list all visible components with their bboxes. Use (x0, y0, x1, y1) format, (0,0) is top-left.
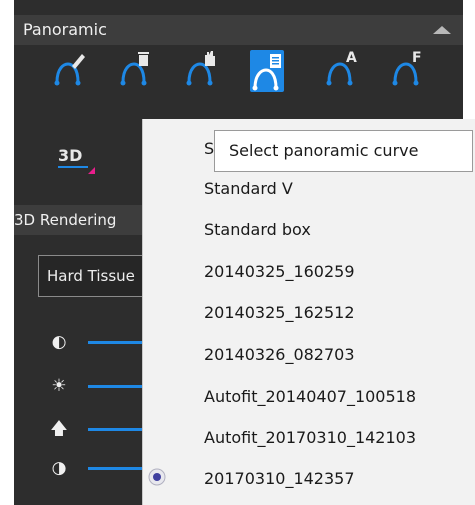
panoramic-title: Panoramic (23, 20, 107, 39)
selected-radio-icon (148, 468, 166, 486)
opacity-icon: ◑ (51, 458, 67, 478)
curve-menu-item[interactable]: 20140325_160259 (204, 262, 355, 281)
auto-curve-icon[interactable]: A (324, 46, 358, 88)
draw-curve-icon[interactable] (52, 46, 86, 88)
fit-letter: F (412, 50, 422, 66)
contrast-icon: ◐ (51, 332, 67, 352)
curve-menu-item[interactable]: S (204, 139, 214, 158)
tooltip: Select panoramic curve (214, 130, 473, 172)
view-3d-button[interactable]: 3D (58, 146, 95, 174)
curve-menu-item[interactable]: Standard V (204, 179, 293, 198)
curve-menu: S Standard V Standard box 20140325_16025… (142, 119, 475, 505)
curve-menu-item[interactable]: Autofit_20140407_100518 (204, 387, 416, 406)
brightness-icon: ☀ (51, 376, 67, 396)
curve-menu-item[interactable]: Standard box (204, 220, 311, 239)
curve-menu-item[interactable]: Autofit_20170310_142103 (204, 428, 416, 447)
collapse-triangle-icon[interactable] (433, 26, 451, 34)
delete-curve-icon[interactable] (118, 46, 152, 88)
preset-value: Hard Tissue (47, 267, 135, 285)
panoramic-header[interactable]: Panoramic (14, 15, 463, 45)
move-curve-icon[interactable] (184, 46, 218, 88)
curve-menu-item-selected[interactable]: 20170310_142357 (204, 469, 355, 488)
curve-menu-item[interactable]: 20140325_162512 (204, 303, 355, 322)
curve-menu-item[interactable]: 20140326_082703 (204, 345, 355, 364)
arrow-up-icon: 🡅 (50, 419, 68, 439)
rendering-title: 3D Rendering (14, 211, 117, 229)
view-3d-label: 3D (58, 146, 83, 165)
auto-letter: A (346, 50, 357, 66)
corner-badge-icon (88, 167, 95, 174)
view-3d-underline (58, 166, 88, 168)
select-curve-icon[interactable] (250, 50, 284, 92)
fit-curve-icon[interactable]: F (390, 46, 424, 88)
